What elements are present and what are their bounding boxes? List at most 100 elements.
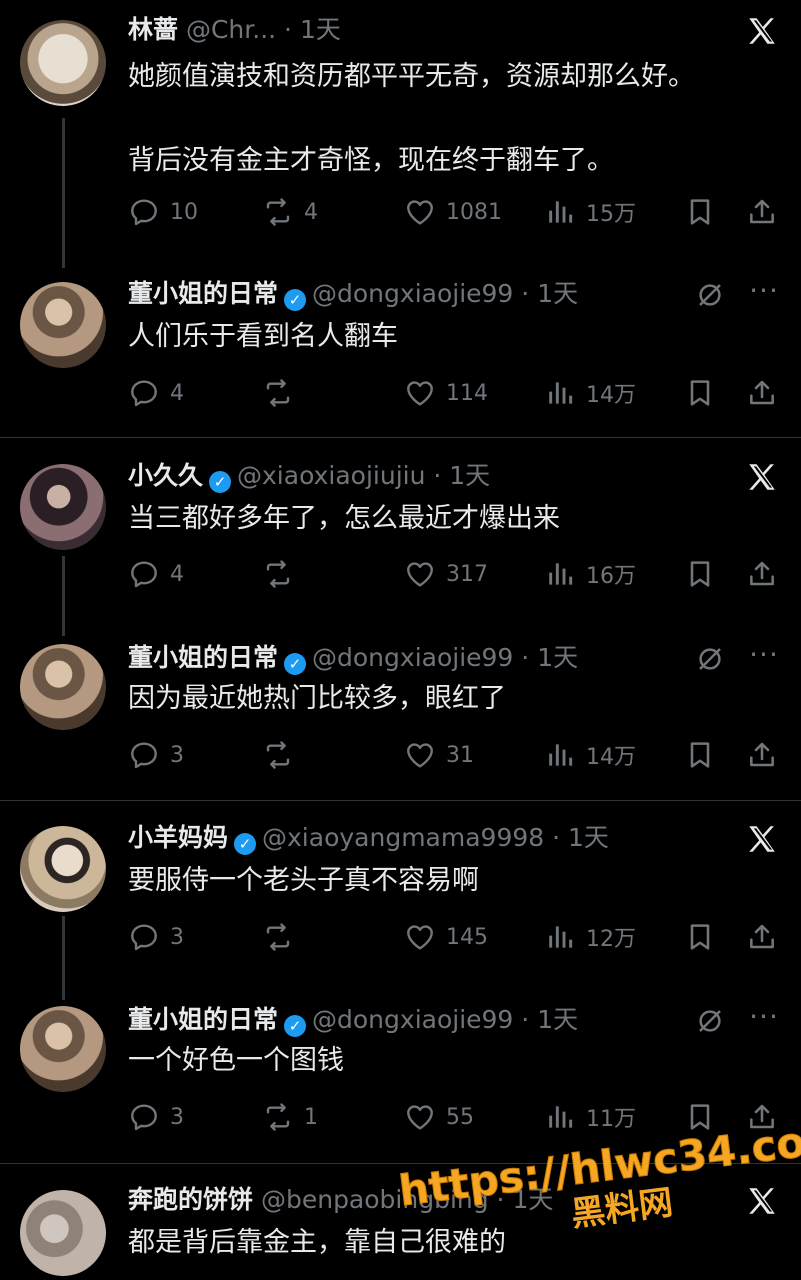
share-button[interactable] — [746, 556, 778, 592]
share-button[interactable] — [746, 737, 778, 773]
post-text: 因为最近她热门比较多，眼红了 — [128, 683, 506, 714]
post-time[interactable]: 1天 — [537, 1005, 578, 1034]
like-button[interactable]: 317 — [404, 556, 488, 592]
like-button[interactable]: 114 — [404, 375, 488, 411]
post-item[interactable]: 小久久 ✓ @xiaoxiaojiujiu · 1天 当三都好多年了，怎么最近才爆出… — [0, 458, 801, 608]
mute-icon[interactable] — [695, 644, 725, 674]
like-button[interactable]: 145 — [404, 919, 488, 955]
repost-button[interactable] — [262, 737, 304, 773]
user-handle[interactable]: @Chr... — [186, 15, 276, 44]
post-time[interactable]: 1天 — [537, 279, 578, 308]
more-icon[interactable]: ··· — [749, 277, 779, 310]
reply-button[interactable]: 3 — [128, 919, 184, 955]
reply-button[interactable]: 4 — [128, 556, 184, 592]
reply-count: 3 — [170, 1104, 184, 1130]
reply-feed: 林蔷 @Chr... · 1天 她颜值演技和资历都平平无奇，资源却那么好。 背后… — [0, 0, 801, 1280]
repost-button[interactable] — [262, 919, 304, 955]
like-button[interactable]: 55 — [404, 1099, 474, 1135]
action-bar: 3 31 14万 — [128, 737, 778, 773]
post-item[interactable]: 小羊妈妈 ✓ @xiaoyangmama9998 · 1天 要服侍一个老头子真不容易… — [0, 820, 801, 970]
avatar[interactable] — [20, 1006, 106, 1092]
user-handle[interactable]: @dongxiaojie99 — [312, 643, 513, 672]
avatar[interactable] — [20, 644, 106, 730]
views-icon — [544, 921, 576, 953]
share-icon — [746, 921, 778, 953]
bookmark-button[interactable] — [684, 919, 716, 955]
share-icon — [746, 558, 778, 590]
repost-button[interactable]: 4 — [262, 194, 318, 230]
post-time[interactable]: 1天 — [568, 823, 609, 852]
action-bar: 3 145 12万 — [128, 919, 778, 955]
bookmark-button[interactable] — [684, 375, 716, 411]
heart-icon — [404, 739, 436, 771]
post-header: 小久久 ✓ @xiaoxiaojiujiu · 1天 — [128, 461, 491, 493]
bookmark-icon — [684, 739, 716, 771]
display-name[interactable]: 董小姐的日常 — [128, 643, 278, 672]
reply-count: 3 — [170, 742, 184, 768]
post-item[interactable]: 董小姐的日常 ✓ @dongxiaojie99 · 1天 ··· 一个好色一个图钱 … — [0, 1002, 801, 1152]
repost-button[interactable] — [262, 556, 304, 592]
verified-badge-icon: ✓ — [284, 1015, 307, 1037]
bookmark-button[interactable] — [684, 194, 716, 230]
avatar[interactable] — [20, 826, 106, 912]
like-count: 145 — [446, 924, 488, 950]
reply-icon — [128, 1101, 160, 1133]
user-handle[interactable]: @dongxiaojie99 — [312, 279, 513, 308]
post-item[interactable]: 林蔷 @Chr... · 1天 她颜值演技和资历都平平无奇，资源却那么好。 背后… — [0, 12, 801, 242]
verified-badge-icon: ✓ — [234, 833, 257, 855]
reply-button[interactable]: 3 — [128, 737, 184, 773]
post-text: 一个好色一个图钱 — [128, 1045, 344, 1076]
user-handle[interactable]: @xiaoyangmama9998 — [262, 823, 544, 852]
repost-icon — [262, 739, 294, 771]
reply-icon — [128, 921, 160, 953]
display-name[interactable]: 小羊妈妈 — [128, 823, 228, 852]
bookmark-button[interactable] — [684, 556, 716, 592]
more-icon[interactable]: ··· — [749, 1003, 779, 1036]
repost-button[interactable] — [262, 375, 304, 411]
post-time[interactable]: 1天 — [300, 15, 341, 44]
views-button[interactable]: 14万 — [544, 737, 636, 773]
reply-button[interactable]: 3 — [128, 1099, 184, 1135]
avatar[interactable] — [20, 1190, 106, 1276]
display-name[interactable]: 林蔷 — [128, 15, 178, 44]
post-item[interactable]: 董小姐的日常 ✓ @dongxiaojie99 · 1天 ··· 因为最近她热门比较… — [0, 640, 801, 790]
share-button[interactable] — [746, 919, 778, 955]
display-name[interactable]: 董小姐的日常 — [128, 279, 278, 308]
reply-button[interactable]: 4 — [128, 375, 184, 411]
views-button[interactable]: 16万 — [544, 556, 636, 592]
reply-count: 4 — [170, 380, 184, 406]
views-button[interactable]: 12万 — [544, 919, 636, 955]
post-item[interactable]: 董小姐的日常 ✓ @dongxiaojie99 · 1天 ··· 人们乐于看到名人翻… — [0, 276, 801, 426]
mute-icon[interactable] — [695, 280, 725, 310]
avatar[interactable] — [20, 282, 106, 368]
share-button[interactable] — [746, 194, 778, 230]
repost-icon — [262, 1101, 294, 1133]
display-name[interactable]: 奔跑的饼饼 — [128, 1185, 253, 1214]
more-icon[interactable]: ··· — [749, 641, 779, 674]
user-handle[interactable]: @dongxiaojie99 — [312, 1005, 513, 1034]
display-name[interactable]: 董小姐的日常 — [128, 1005, 278, 1034]
repost-button[interactable]: 1 — [262, 1099, 318, 1135]
post-time[interactable]: 1天 — [537, 643, 578, 672]
x-logo-icon — [745, 460, 779, 494]
views-button[interactable]: 14万 — [544, 375, 636, 411]
reply-button[interactable]: 10 — [128, 194, 198, 230]
like-button[interactable]: 31 — [404, 737, 474, 773]
like-count: 114 — [446, 380, 488, 406]
x-logo-icon — [745, 822, 779, 856]
share-button[interactable] — [746, 375, 778, 411]
views-button[interactable]: 15万 — [544, 194, 636, 230]
heart-icon — [404, 377, 436, 409]
display-name[interactable]: 小久久 — [128, 461, 203, 490]
views-count: 14万 — [586, 745, 636, 770]
avatar[interactable] — [20, 20, 106, 106]
views-button[interactable]: 11万 — [544, 1099, 636, 1135]
user-handle[interactable]: @xiaoxiaojiujiu — [237, 461, 425, 490]
x-logo-icon — [745, 14, 779, 48]
bookmark-icon — [684, 921, 716, 953]
like-button[interactable]: 1081 — [404, 194, 502, 230]
mute-icon[interactable] — [695, 1006, 725, 1036]
post-time[interactable]: 1天 — [449, 461, 490, 490]
avatar[interactable] — [20, 464, 106, 550]
bookmark-button[interactable] — [684, 737, 716, 773]
